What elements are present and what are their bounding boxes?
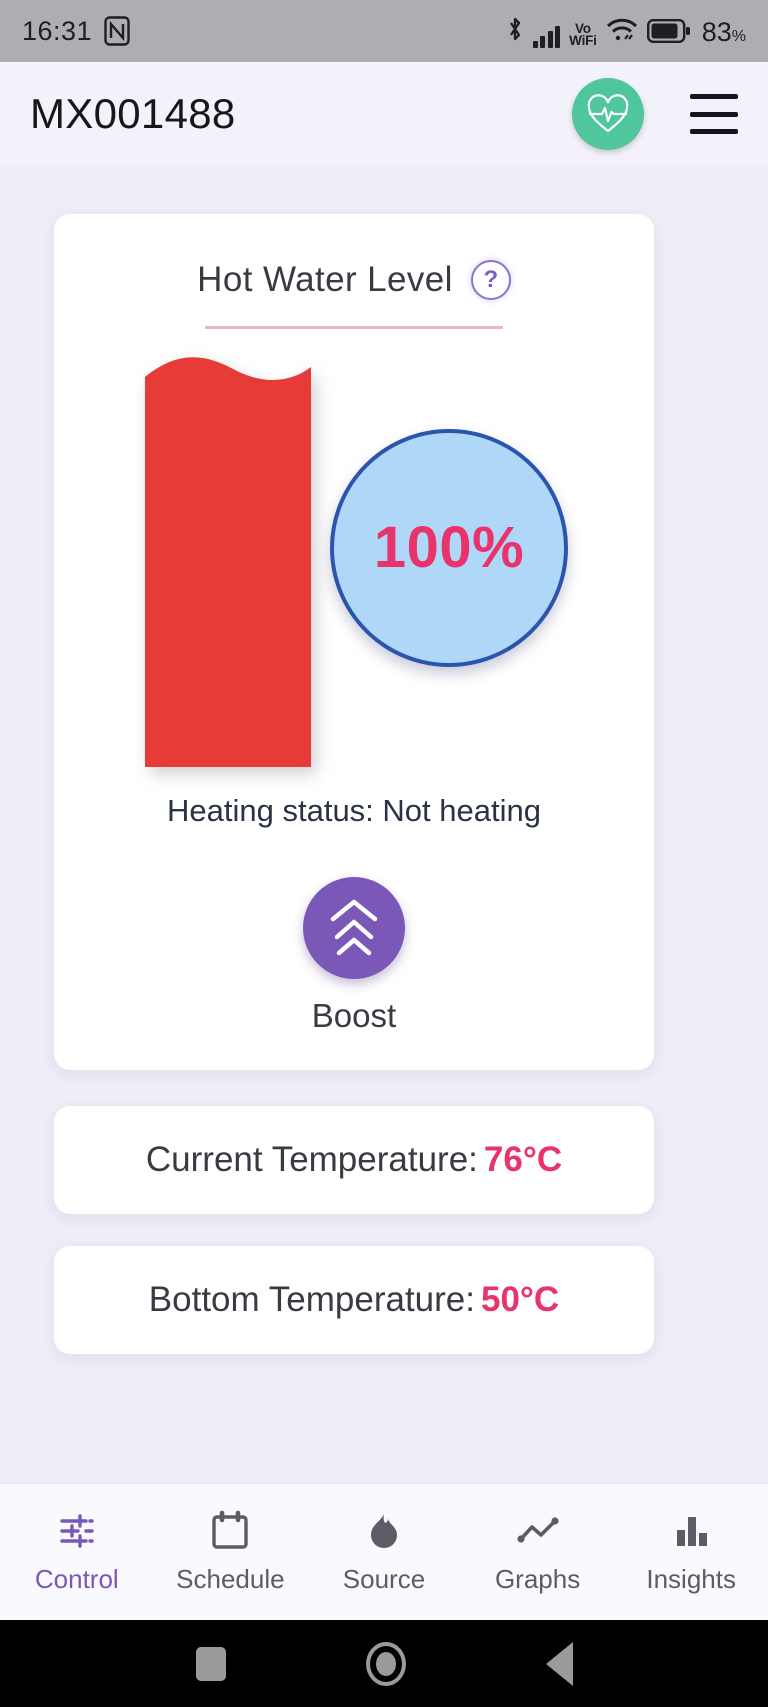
home-circle-icon[interactable] xyxy=(365,1641,406,1686)
android-system-navigation xyxy=(0,1620,768,1707)
heartbeat-icon xyxy=(587,94,629,133)
cellular-signal-icon xyxy=(532,24,561,48)
boost-control: Boost xyxy=(54,876,654,1035)
nav-item-source[interactable]: Source xyxy=(307,1509,461,1595)
line-chart-icon xyxy=(516,1509,560,1553)
bluetooth-icon xyxy=(506,15,524,48)
temperature-row: Bottom Temperature: 50°C xyxy=(54,1246,654,1354)
heartbeat-status-button[interactable] xyxy=(572,78,644,150)
double-chevron-up-icon xyxy=(330,899,378,955)
wifi-icon xyxy=(606,17,638,48)
status-bar-indicators: Vo WiFi 83% xyxy=(506,15,746,48)
app-header: MX001488 xyxy=(0,62,768,166)
hot-water-level-title: Hot Water Level xyxy=(197,260,453,299)
vowifi-indicator: Vo WiFi xyxy=(569,21,597,49)
bottom-temperature-label: Bottom Temperature: xyxy=(148,1280,475,1319)
current-temperature-card: Current Temperature: 76°C xyxy=(54,1106,654,1214)
bottom-temperature-value: 50°C xyxy=(480,1280,560,1319)
nav-label-graphs: Graphs xyxy=(494,1564,581,1594)
bottom-navigation: Control Schedule Source Graphs Insights xyxy=(0,1483,768,1620)
bar-chart-icon xyxy=(671,1509,711,1553)
page-title: MX001488 xyxy=(30,90,236,137)
bottom-temperature-card: Bottom Temperature: 50°C xyxy=(54,1246,654,1354)
current-temperature-value: 76°C xyxy=(483,1140,563,1179)
vowifi-wifi-label: WiFi xyxy=(569,33,597,49)
help-icon[interactable]: ? xyxy=(470,260,511,300)
card-title-row: Hot Water Level ? xyxy=(54,214,654,300)
status-bar-clock: 16:31 xyxy=(22,15,93,46)
status-bar: 16:31 Vo WiFi 83% xyxy=(0,0,768,62)
phone-screen: 16:31 Vo WiFi 83% MX001488 Hot Water Lev… xyxy=(0,0,768,1707)
water-tank-fill xyxy=(145,356,311,767)
battery-icon xyxy=(646,18,691,48)
nav-label-schedule: Schedule xyxy=(176,1564,285,1594)
flame-icon xyxy=(367,1509,401,1553)
battery-percent: 83% xyxy=(701,16,746,47)
level-percent-value: 100% xyxy=(373,515,525,580)
nav-item-control[interactable]: Control xyxy=(0,1509,154,1595)
nav-label-source: Source xyxy=(342,1564,426,1594)
nfc-icon xyxy=(104,16,130,46)
recents-square-icon[interactable] xyxy=(195,1646,226,1681)
temperature-row: Current Temperature: 76°C xyxy=(54,1106,654,1214)
nav-label-control: Control xyxy=(34,1564,119,1594)
sliders-icon xyxy=(56,1509,98,1553)
nav-item-graphs[interactable]: Graphs xyxy=(461,1509,615,1595)
back-triangle-icon[interactable] xyxy=(545,1641,573,1686)
nav-item-insights[interactable]: Insights xyxy=(614,1509,768,1595)
calendar-icon xyxy=(210,1509,250,1553)
hot-water-level-card: Hot Water Level ? 100% Heating status: N… xyxy=(54,214,654,1070)
hamburger-menu-icon[interactable] xyxy=(690,94,738,134)
nav-label-insights: Insights xyxy=(646,1564,736,1594)
level-percent-bubble: 100% xyxy=(330,428,568,667)
level-gauge: 100% xyxy=(54,329,654,799)
boost-label: Boost xyxy=(311,996,397,1034)
current-temperature-label: Current Temperature: xyxy=(145,1140,478,1179)
boost-button[interactable] xyxy=(303,876,405,979)
nav-item-schedule[interactable]: Schedule xyxy=(154,1509,308,1595)
